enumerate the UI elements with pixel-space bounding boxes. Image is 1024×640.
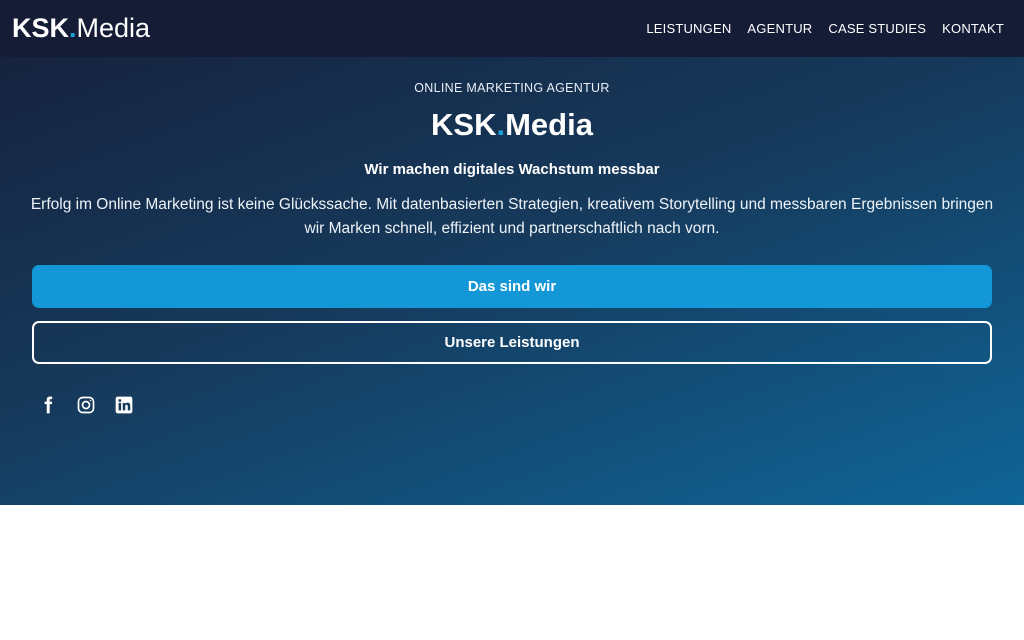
- facebook-icon[interactable]: [38, 395, 58, 415]
- unsere-leistungen-button[interactable]: Unsere Leistungen: [32, 321, 992, 364]
- social-links: [38, 395, 134, 415]
- hero-lead-text: Erfolg im Online Marketing ist keine Glü…: [30, 196, 994, 237]
- nav-kontakt[interactable]: KONTAKT: [942, 21, 1004, 36]
- nav-leistungen[interactable]: LEISTUNGEN: [646, 21, 731, 36]
- hero-eyebrow: ONLINE MARKETING AGENTUR: [414, 81, 610, 95]
- site-header: KSK. Media LEISTUNGEN AGENTUR CASE STUDIE…: [0, 0, 1024, 57]
- hero-section: ONLINE MARKETING AGENTUR KSK.Media Wir m…: [0, 57, 1024, 505]
- logo-media: Media: [76, 13, 151, 43]
- nav-case-studies[interactable]: CASE STUDIES: [828, 21, 926, 36]
- hero-logo-ksk: KSK: [431, 107, 497, 142]
- logo-dot: .: [69, 13, 77, 43]
- main-nav: LEISTUNGEN AGENTUR CASE STUDIES KONTAKT: [646, 21, 1004, 36]
- nav-agentur[interactable]: AGENTUR: [747, 21, 812, 36]
- linkedin-icon[interactable]: [114, 395, 134, 415]
- hero-subtitle: Wir machen digitales Wachstum messbar: [364, 161, 660, 178]
- site-logo[interactable]: KSK. Media: [12, 15, 150, 42]
- logo-ksk: KSK: [12, 13, 70, 43]
- das-sind-wir-button[interactable]: Das sind wir: [32, 265, 992, 308]
- instagram-icon[interactable]: [76, 395, 96, 415]
- hero-logo: KSK.Media: [0, 109, 1024, 140]
- hero-logo-media: Media: [505, 107, 593, 142]
- hero-logo-dot: .: [496, 107, 506, 142]
